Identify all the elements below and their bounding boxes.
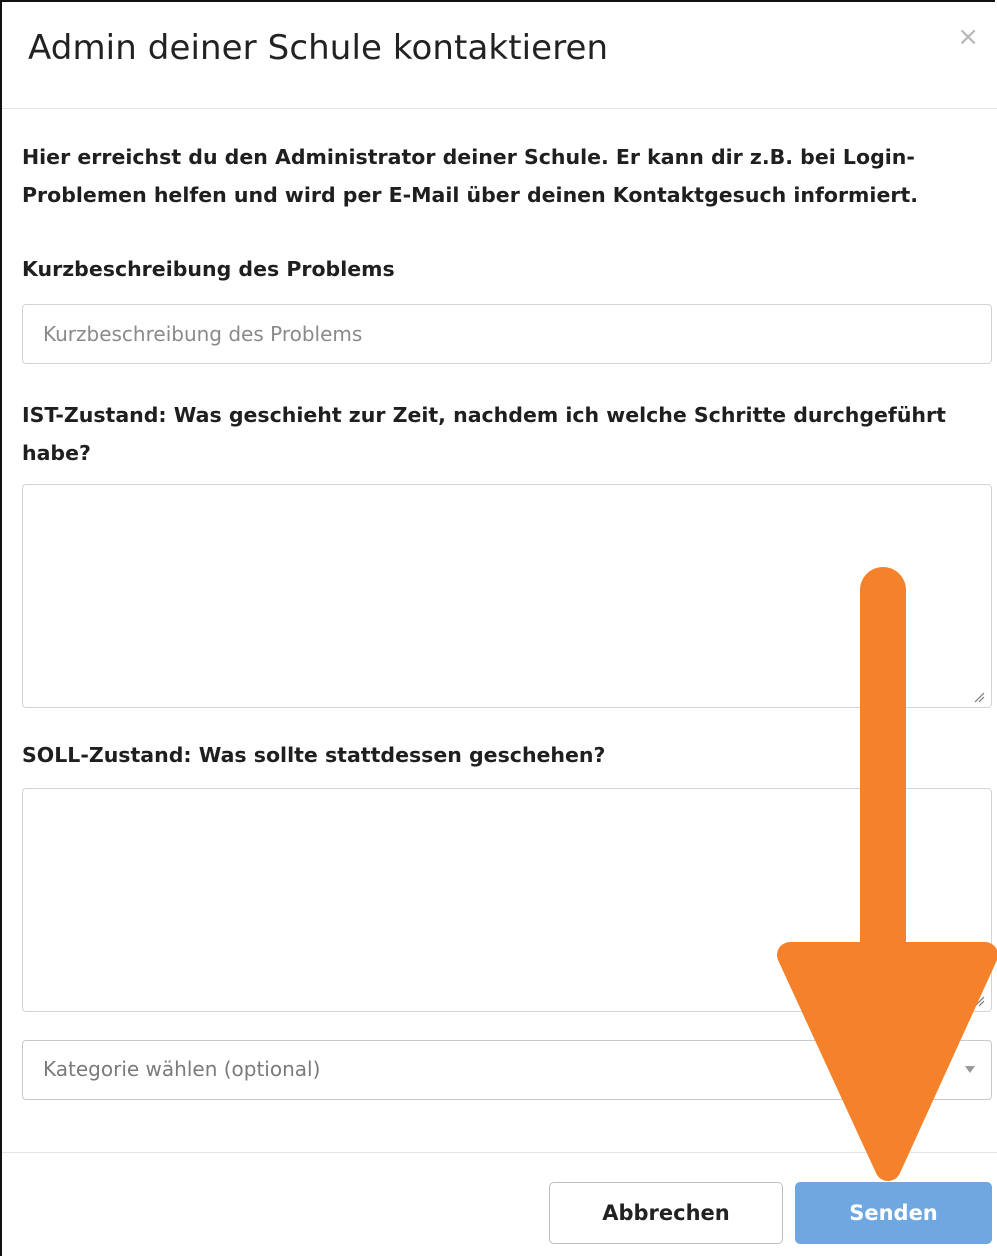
modal-footer-divider	[2, 1152, 997, 1153]
target-state-label: SOLL-Zustand: Was sollte stattdessen ges…	[22, 743, 606, 767]
resize-handle-icon[interactable]	[973, 995, 985, 1007]
modal-title: Admin deiner Schule kontaktieren	[28, 28, 609, 68]
summary-label: Kurzbeschreibung des Problems	[22, 257, 395, 281]
category-select-placeholder: Kategorie wählen (optional)	[43, 1057, 321, 1081]
current-state-textarea[interactable]	[22, 484, 992, 708]
intro-text: Hier erreichst du den Administrator dein…	[22, 145, 919, 207]
category-select[interactable]: Kategorie wählen (optional)	[22, 1040, 992, 1100]
cancel-button[interactable]: Abbrechen	[549, 1182, 783, 1244]
send-button[interactable]: Senden	[795, 1182, 992, 1244]
chevron-down-icon	[965, 1066, 975, 1073]
target-state-textarea[interactable]	[22, 788, 992, 1012]
resize-handle-icon[interactable]	[973, 691, 985, 703]
summary-input[interactable]	[22, 304, 992, 364]
current-state-label: IST-Zustand: Was geschieht zur Zeit, nac…	[22, 403, 946, 465]
close-icon[interactable]: ×	[957, 24, 979, 50]
modal-header: Admin deiner Schule kontaktieren ×	[2, 2, 997, 109]
contact-admin-modal: Admin deiner Schule kontaktieren × Hier …	[0, 0, 997, 1256]
